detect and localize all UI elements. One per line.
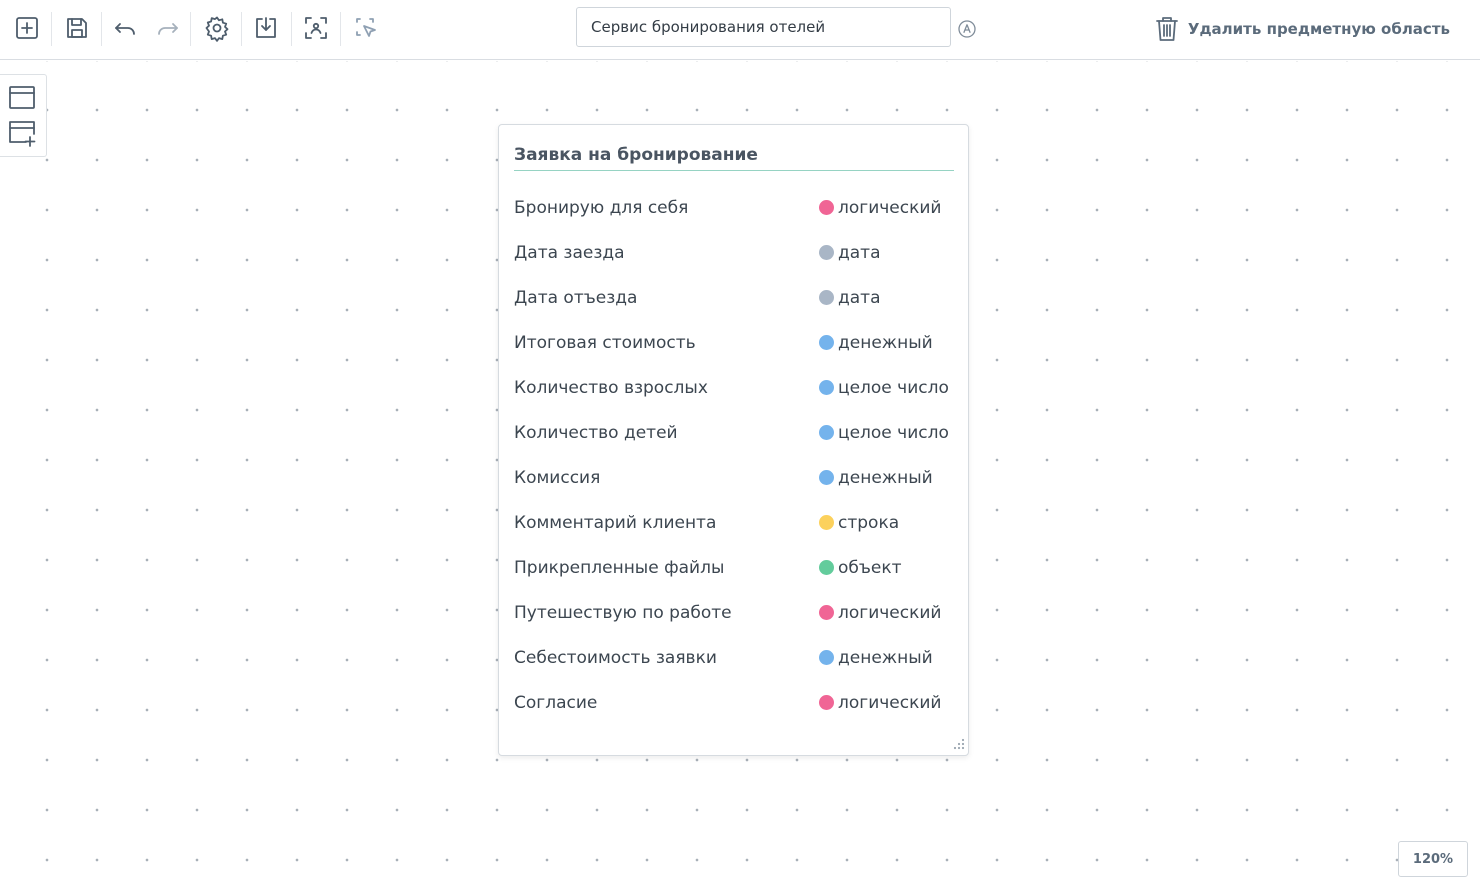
delete-domain-button[interactable]: Удалить предметную область — [1154, 14, 1450, 44]
attribute-type-label: объект — [838, 557, 902, 578]
attribute-type-label: целое число — [838, 422, 949, 443]
attribute-list: Бронирую для себя логический Дата заезда да… — [514, 185, 954, 725]
attribute-name: Согласие — [514, 692, 598, 713]
attribute-row[interactable]: Дата заезда дата — [514, 230, 954, 275]
side-panel — [0, 74, 47, 157]
attribute-type-label: строка — [838, 512, 900, 533]
toolbar-divider — [101, 12, 102, 46]
attribute-type[interactable]: денежный — [819, 468, 933, 488]
attribute-row[interactable]: Комиссия денежный — [514, 455, 954, 500]
toolbar-divider — [241, 12, 242, 46]
attribute-row[interactable]: Количество детей целое число — [514, 410, 954, 455]
add-square-icon[interactable] — [9, 10, 45, 46]
entity-title[interactable]: Заявка на бронирование — [514, 145, 954, 171]
resize-handle-icon[interactable] — [951, 738, 965, 752]
type-color-dot — [819, 650, 834, 665]
autosave-a-icon[interactable] — [957, 19, 977, 39]
attribute-type[interactable]: объект — [819, 558, 902, 578]
attribute-row[interactable]: Согласие логический — [514, 680, 954, 725]
attribute-type-label: денежный — [838, 647, 933, 668]
attribute-type-label: денежный — [838, 332, 933, 353]
settings-icon[interactable] — [199, 10, 235, 46]
attribute-row[interactable]: Путешествую по работе логический — [514, 590, 954, 635]
domain-title-input[interactable] — [576, 7, 951, 47]
type-color-dot — [819, 470, 834, 485]
attribute-type-label: дата — [838, 287, 881, 308]
attribute-name: Прикрепленные файлы — [514, 557, 725, 578]
attribute-type-label: целое число — [838, 377, 949, 398]
type-color-dot — [819, 560, 834, 575]
zoom-level-badge[interactable]: 120% — [1398, 841, 1468, 877]
attribute-type-label: денежный — [838, 467, 933, 488]
attribute-row[interactable]: Количество взрослых целое число — [514, 365, 954, 410]
attribute-name: Себестоимость заявки — [514, 647, 717, 668]
attribute-type[interactable]: целое число — [819, 378, 949, 398]
type-color-dot — [819, 245, 834, 260]
toolbar-divider — [51, 12, 52, 46]
attribute-name: Комментарий клиента — [514, 512, 717, 533]
fit-to-screen-icon[interactable] — [298, 10, 334, 46]
attribute-row[interactable]: Дата отъезда дата — [514, 275, 954, 320]
delete-domain-label: Удалить предметную область — [1187, 20, 1450, 38]
entity-card[interactable]: Заявка на бронирование Бронирую для себя… — [498, 124, 969, 756]
attribute-row[interactable]: Себестоимость заявки денежный — [514, 635, 954, 680]
undo-icon[interactable] — [108, 10, 144, 46]
attribute-name: Количество детей — [514, 422, 678, 443]
attribute-type[interactable]: денежный — [819, 648, 933, 668]
attribute-type[interactable]: целое число — [819, 423, 949, 443]
attribute-type[interactable]: дата — [819, 243, 881, 263]
add-entity-icon[interactable] — [7, 118, 37, 148]
toolbar-divider — [190, 12, 191, 46]
attribute-type-label: логический — [838, 602, 942, 623]
type-color-dot — [819, 515, 834, 530]
type-color-dot — [819, 335, 834, 350]
attribute-row[interactable]: Прикрепленные файлы объект — [514, 545, 954, 590]
type-color-dot — [819, 695, 834, 710]
attribute-type[interactable]: логический — [819, 693, 941, 713]
attribute-name: Комиссия — [514, 467, 601, 488]
attribute-type-label: логический — [838, 692, 942, 713]
attribute-name: Дата заезда — [514, 242, 625, 263]
toolbar: Удалить предметную область — [0, 0, 1480, 60]
attribute-type[interactable]: дата — [819, 288, 881, 308]
attribute-type[interactable]: строка — [819, 513, 899, 533]
toolbar-divider — [291, 12, 292, 46]
redo-icon[interactable] — [149, 10, 185, 46]
download-icon[interactable] — [248, 10, 284, 46]
attribute-name: Дата отъезда — [514, 287, 638, 308]
attribute-name: Путешествую по работе — [514, 602, 732, 623]
type-color-dot — [819, 200, 834, 215]
attribute-type-label: дата — [838, 242, 881, 263]
attribute-row[interactable]: Бронирую для себя логический — [514, 185, 954, 230]
attribute-type[interactable]: денежный — [819, 333, 933, 353]
type-color-dot — [819, 605, 834, 620]
attribute-name: Количество взрослых — [514, 377, 708, 398]
attribute-row[interactable]: Итоговая стоимость денежный — [514, 320, 954, 365]
pointer-edit-icon[interactable] — [348, 10, 384, 46]
attribute-row[interactable]: Комментарий клиента строка — [514, 500, 954, 545]
attribute-name: Бронирую для себя — [514, 197, 689, 218]
attribute-type[interactable]: логический — [819, 198, 941, 218]
type-color-dot — [819, 380, 834, 395]
attribute-type[interactable]: логический — [819, 603, 941, 623]
attribute-name: Итоговая стоимость — [514, 332, 696, 353]
type-color-dot — [819, 290, 834, 305]
toolbar-divider — [340, 12, 341, 46]
trash-icon — [1155, 17, 1178, 41]
entity-icon[interactable] — [7, 83, 37, 113]
save-icon[interactable] — [59, 10, 95, 46]
type-color-dot — [819, 425, 834, 440]
attribute-type-label: логический — [838, 197, 942, 218]
